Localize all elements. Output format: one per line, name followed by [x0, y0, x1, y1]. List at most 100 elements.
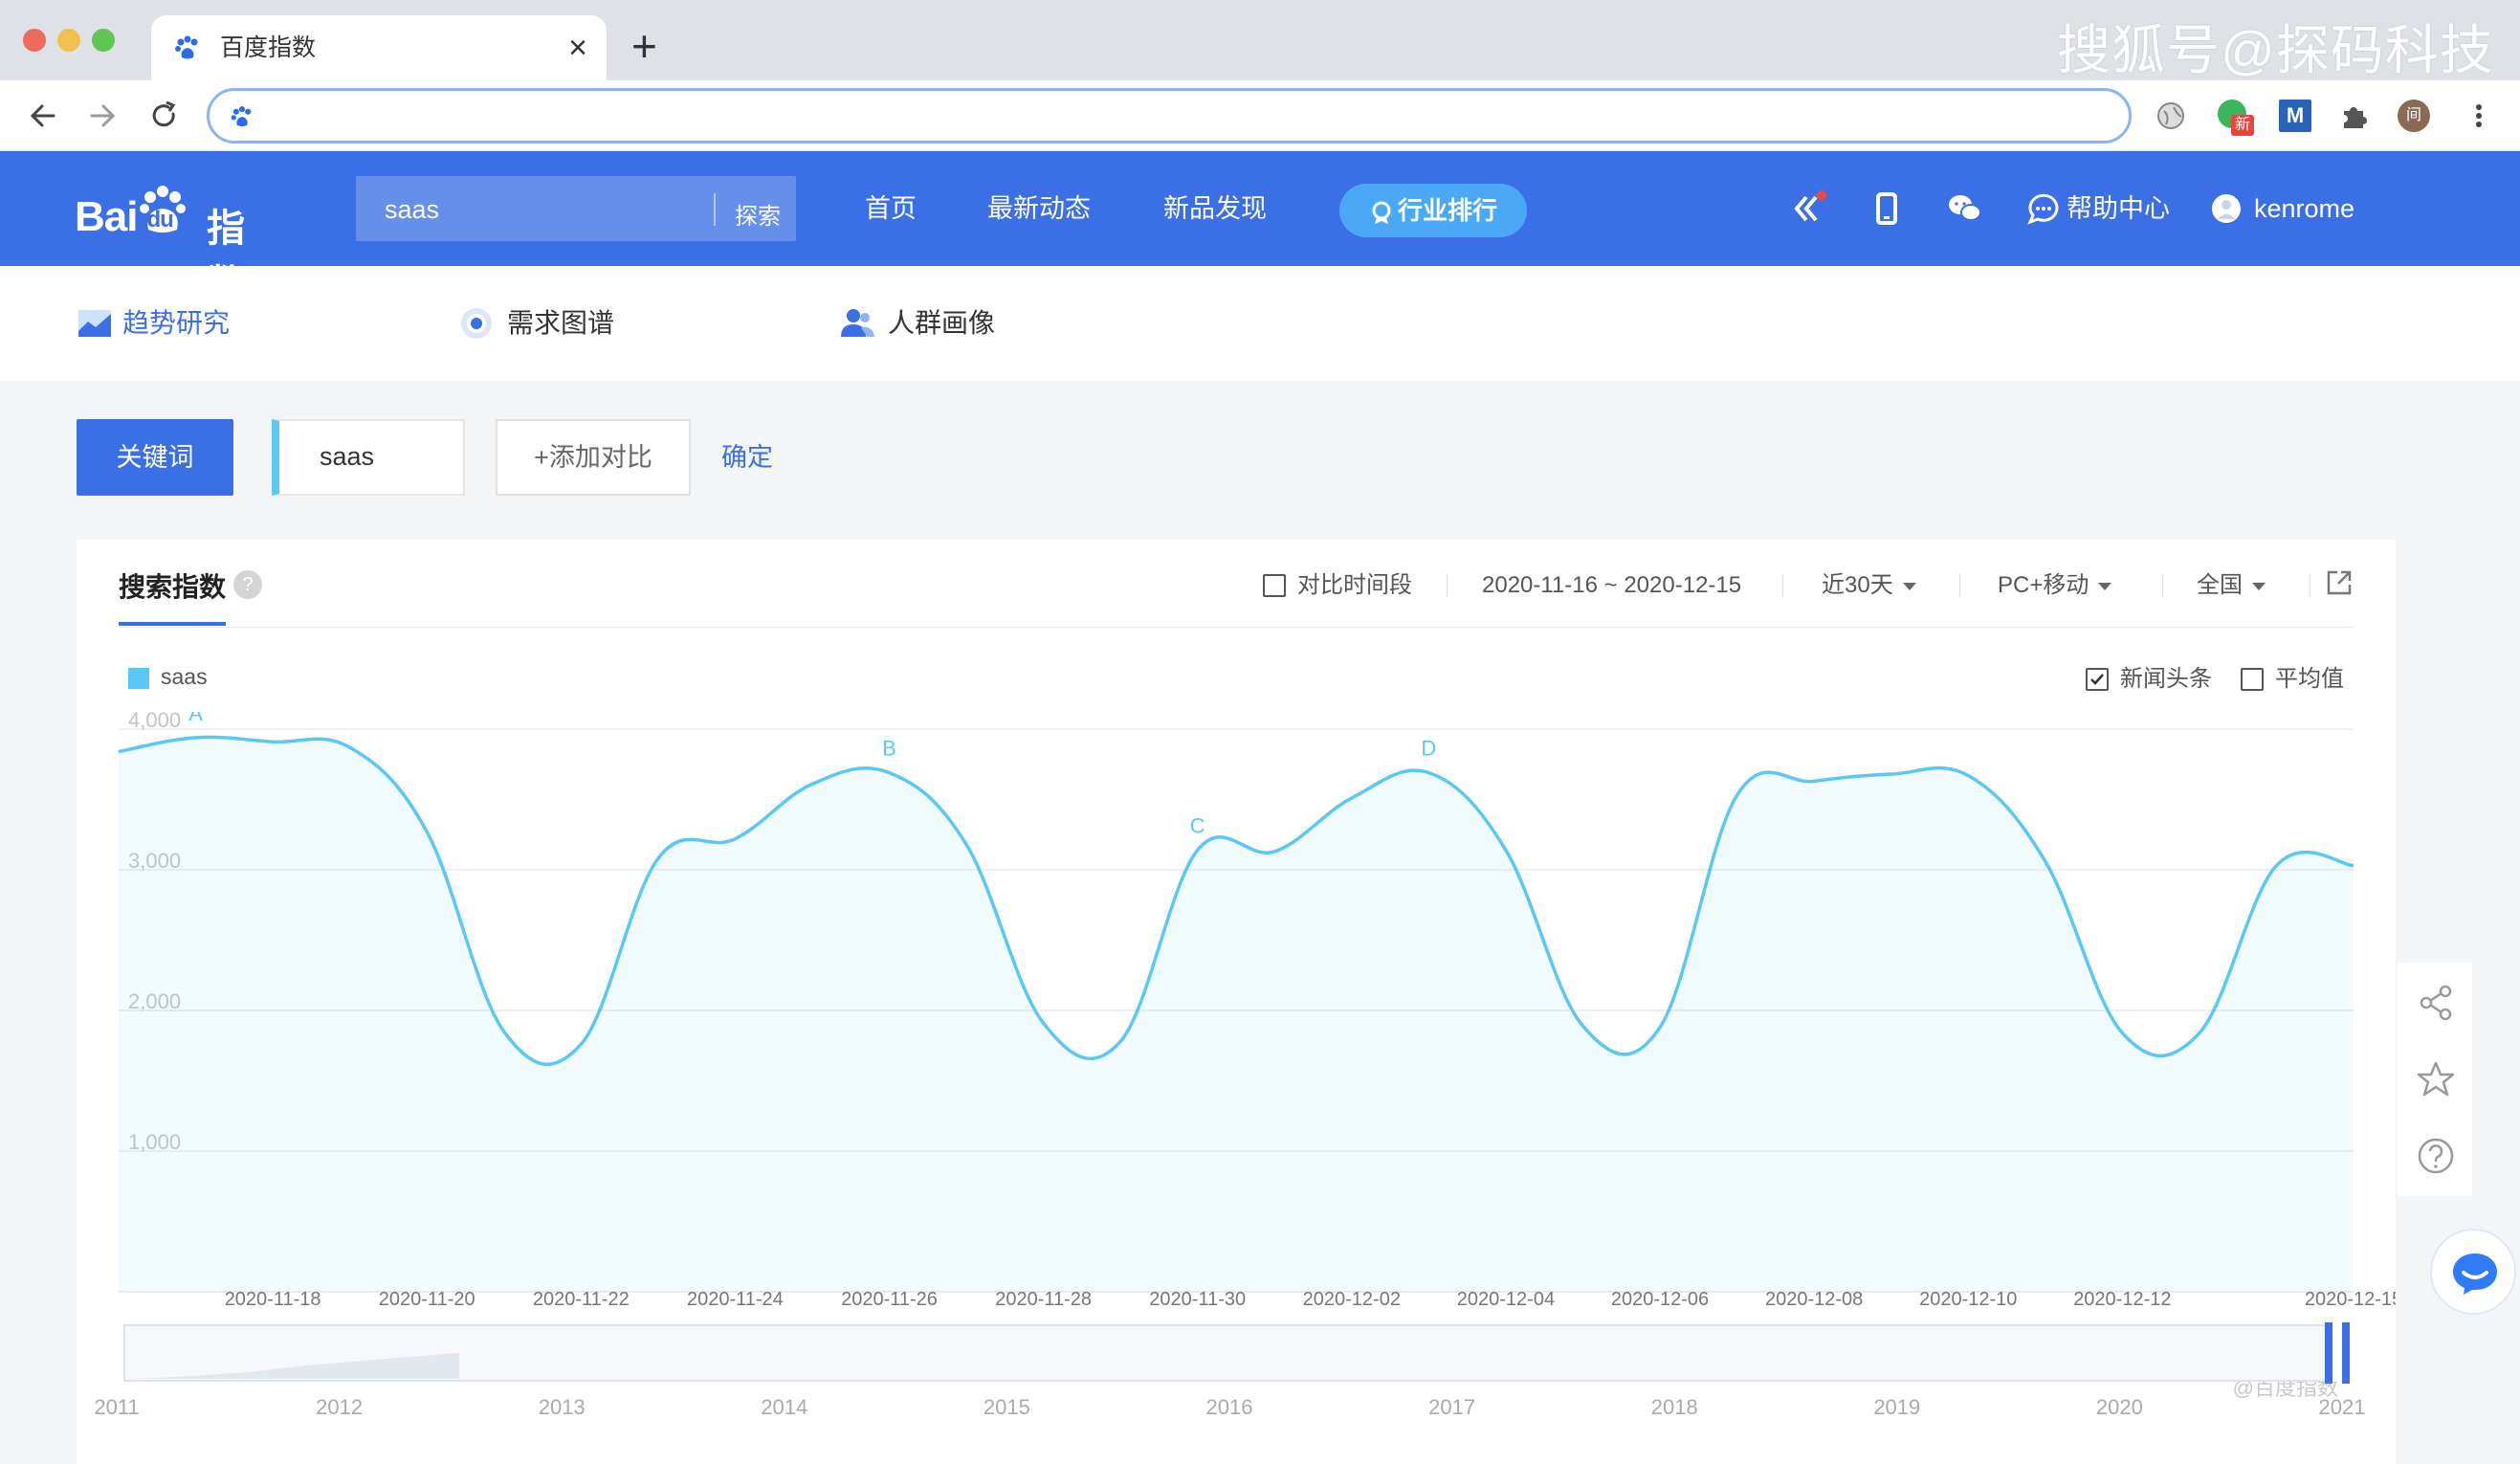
watermark-text: 搜狐号@探码科技 [2057, 20, 2494, 80]
annotation-label: B [882, 737, 896, 761]
x-tick-label: 2020-11-20 [379, 1289, 475, 1310]
confirm-button[interactable]: 确定 [721, 436, 773, 474]
extension-badge: 新 [2231, 115, 2254, 136]
average-checkbox-label[interactable]: 平均值 [2275, 664, 2344, 695]
region-dropdown[interactable]: 全国 [2197, 570, 2266, 601]
x-tick-label: 2020-11-18 [225, 1289, 321, 1310]
app-logo-icon[interactable] [1789, 189, 1827, 228]
baidu-paw-icon [175, 35, 198, 59]
keyword-search-box[interactable]: saas 探索 [356, 176, 796, 241]
x-tick-label: 2020-11-24 [687, 1289, 784, 1310]
period-value: 近30天 [1822, 572, 1893, 598]
device-dropdown[interactable]: PC+移动 [1998, 570, 2112, 601]
search-input[interactable]: saas [385, 195, 439, 225]
tab-close-icon[interactable]: × [568, 29, 587, 67]
customer-service-button[interactable] [2430, 1229, 2516, 1315]
subnav-demand-graph[interactable]: 需求图谱 [507, 304, 614, 343]
forward-arrow-icon[interactable] [80, 94, 124, 138]
browser-toolbar: 新 M 间 [0, 80, 2520, 151]
subnav-crowd-portrait[interactable]: 人群画像 [888, 304, 995, 343]
reload-icon[interactable] [142, 94, 186, 138]
help-center-link[interactable]: 帮助中心 [2067, 191, 2170, 226]
chevron-down-icon [2098, 582, 2112, 590]
username[interactable]: kenrome [2254, 191, 2354, 226]
period-dropdown[interactable]: 近30天 [1822, 570, 1916, 601]
logo-paw: du [137, 186, 188, 239]
x-tick-label: 2020-11-26 [841, 1289, 938, 1310]
search-index-chart[interactable]: 4,0003,0002,0001,000 ABCD 2020-11-18 2020… [77, 712, 2396, 1464]
keyword-field[interactable]: saas [272, 419, 465, 496]
baidu-index-logo[interactable]: Bai du 指数 [75, 174, 276, 305]
logo-text: Bai du [75, 186, 188, 241]
control-divider [1959, 574, 1960, 597]
nav-latest-news[interactable]: 最新动态 [987, 191, 1091, 226]
control-divider [1782, 574, 1783, 597]
back-arrow-icon[interactable] [21, 94, 65, 138]
average-checkbox[interactable] [2241, 668, 2264, 691]
green-extension-icon[interactable]: 新 [2218, 100, 2254, 136]
nav-home[interactable]: 首页 [865, 191, 917, 226]
year-label: 2011 [94, 1395, 139, 1419]
nav-new-products[interactable]: 新品发现 [1163, 191, 1267, 226]
news-checkbox-label[interactable]: 新闻头条 [2120, 664, 2212, 695]
search-index-card: 搜索指数 ? 对比时间段 2020-11-16 ~ 2020-12-15 近30… [77, 540, 2396, 1464]
new-tab-button[interactable]: + [631, 21, 657, 71]
x-tick-label: 2020-12-04 [1457, 1289, 1555, 1310]
wechat-icon[interactable] [1946, 189, 1984, 228]
external-link-icon[interactable] [2325, 568, 2354, 597]
overview-left-handle[interactable] [2325, 1322, 2332, 1384]
add-compare-button[interactable]: +添加对比 [496, 419, 691, 496]
user-avatar-icon[interactable] [2210, 189, 2243, 228]
browser-tab[interactable]: 百度指数 × [151, 15, 607, 80]
site-header: Bai du 指数 saas 探索 首页 最新动态 新品发现 行业排行 [0, 151, 2520, 305]
globe-extension-icon[interactable] [2155, 100, 2187, 132]
year-label: 2013 [539, 1395, 586, 1419]
crowd-portrait-icon [841, 309, 874, 337]
subnav-trend-research[interactable]: 趋势研究 [122, 304, 230, 343]
keyword-label-button[interactable]: 关键词 [77, 419, 233, 496]
minimize-window-button[interactable] [57, 29, 80, 52]
address-bar[interactable] [207, 88, 2132, 144]
card-divider [119, 627, 2354, 628]
year-label: 2012 [316, 1395, 363, 1419]
maximize-window-button[interactable] [92, 29, 115, 52]
close-window-button[interactable] [23, 29, 46, 52]
help-icon[interactable]: ? [233, 570, 262, 599]
keyword-value[interactable]: saas [320, 442, 374, 472]
share-icon[interactable] [2415, 982, 2457, 1024]
overview-right-handle[interactable] [2342, 1322, 2350, 1384]
m-extension-icon[interactable]: M [2279, 100, 2311, 132]
browser-tab-bar: 百度指数 × + 搜狐号@探码科技 [0, 0, 2520, 80]
annotation-label: A [188, 712, 203, 725]
control-divider [2162, 574, 2163, 597]
chevron-down-icon [1902, 582, 1916, 590]
year-label: 2020 [2096, 1395, 2143, 1419]
x-tick-label: 2020-12-08 [1765, 1289, 1863, 1310]
profile-avatar[interactable]: 间 [2398, 100, 2430, 132]
check-icon [2090, 674, 2104, 685]
region-value: 全国 [2197, 572, 2243, 598]
help-chat-icon[interactable] [2024, 189, 2063, 228]
date-range-picker[interactable]: 2020-11-16 ~ 2020-12-15 [1482, 570, 1741, 601]
trend-chart-icon [78, 310, 111, 337]
year-label: 2014 [761, 1395, 807, 1419]
puzzle-extensions-icon[interactable] [2338, 100, 2371, 132]
year-label: 2017 [1428, 1395, 1475, 1419]
x-tick-label: 2020-12-06 [1611, 1289, 1709, 1310]
legend-label[interactable]: saas [161, 664, 208, 690]
explore-button[interactable]: 探索 [735, 197, 781, 231]
industry-ranking-button[interactable]: 行业排行 [1339, 184, 1527, 237]
mobile-icon[interactable] [1868, 189, 1906, 228]
star-icon[interactable] [2415, 1058, 2457, 1100]
timeline-overview[interactable]: 2011 2012 2013 2014 2015 2016 2017 2018 2019 2020… [94, 1322, 2365, 1419]
x-tick-label: 2020-12-15 [2305, 1289, 2396, 1310]
y-tick-label: 4,000 [128, 712, 181, 732]
compare-period-checkbox[interactable] [1263, 574, 1286, 597]
x-tick-label: 2020-12-02 [1303, 1289, 1401, 1310]
question-icon[interactable] [2415, 1135, 2457, 1177]
more-menu-icon[interactable] [2463, 100, 2495, 132]
news-checkbox[interactable] [2086, 668, 2109, 691]
ranking-icon [1372, 201, 1391, 225]
compare-period-label[interactable]: 对比时间段 [1297, 570, 1412, 601]
year-label: 2016 [1206, 1395, 1253, 1419]
